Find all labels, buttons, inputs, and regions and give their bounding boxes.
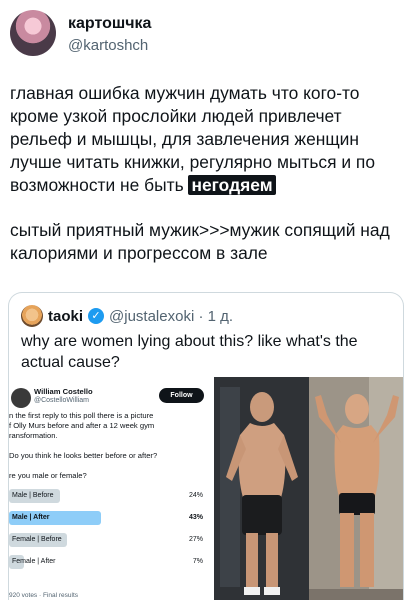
display-name[interactable]: картошчка	[68, 15, 151, 33]
poll-votes: 920 votes · Final results	[9, 592, 79, 599]
tweet-paragraph-1: главная ошибка мужчин думать что кого-то…	[10, 82, 402, 197]
poll-option-percent: 24%	[188, 492, 203, 499]
before-figure-icon	[214, 377, 309, 600]
after-photo[interactable]	[309, 377, 403, 600]
poll-author-name: William Costello	[34, 387, 93, 396]
poll-text-line: ransformation.	[9, 431, 58, 440]
quoted-avatar[interactable]	[21, 305, 43, 327]
tweet-text: главная ошибка мужчин думать что кого-то…	[10, 82, 402, 265]
poll-text-line: n the first reply to this poll there is …	[9, 411, 154, 420]
quoted-tweet[interactable]: taoki ✓ @justalexoki · 1 д. why are wome…	[8, 292, 404, 600]
quoted-tweet-text: why are women lying about this? like wha…	[21, 333, 358, 371]
poll-option-percent: 7%	[192, 558, 203, 565]
poll-option: Male | Before 24%	[9, 489, 209, 503]
after-figure-icon	[309, 377, 403, 600]
quoted-tweet-header: taoki ✓ @justalexoki · 1 д.	[21, 305, 233, 327]
poll-option-percent: 43%	[188, 514, 203, 521]
follow-button: Follow	[159, 388, 204, 403]
verified-badge-icon: ✓	[88, 308, 105, 324]
user-handle[interactable]: @kartoshch	[68, 37, 148, 54]
tweet-paragraph-2: сытый приятный мужик>>>мужик сопящий над…	[10, 220, 390, 263]
poll-option: Male | After 43%	[9, 511, 209, 525]
poll-question: Do you think he looks better before or a…	[9, 451, 158, 460]
poll-option-label: Female | After	[12, 558, 56, 565]
poll-text-line: f Olly Murs before and after a 12 week g…	[9, 421, 155, 430]
poll-author-avatar	[11, 388, 31, 408]
poll-option-percent: 27%	[188, 536, 203, 543]
poll-option-label: Male | Before	[12, 492, 54, 499]
media-grid[interactable]: William Costello @CostelloWilliam Follow…	[9, 377, 403, 600]
poll-option: Female | After 7%	[9, 555, 209, 569]
poll-option-label: Female | Before	[12, 536, 62, 543]
avatar[interactable]	[10, 10, 56, 56]
tweet-header: картошчка @kartoshch	[10, 10, 400, 58]
poll-option-label: Male | After	[12, 514, 50, 521]
quoted-display-name[interactable]: taoki	[48, 308, 83, 325]
poll-option: Female | Before 27%	[9, 533, 209, 547]
poll-screenshot-image[interactable]: William Costello @CostelloWilliam Follow…	[9, 377, 214, 600]
before-photo[interactable]	[214, 377, 309, 600]
poll-author-handle: @CostelloWilliam	[34, 397, 89, 404]
quoted-handle-time: @justalexoki · 1 д.	[109, 307, 234, 325]
highlighted-word: негодяем	[188, 175, 276, 195]
poll-question: re you male or female?	[9, 471, 87, 480]
